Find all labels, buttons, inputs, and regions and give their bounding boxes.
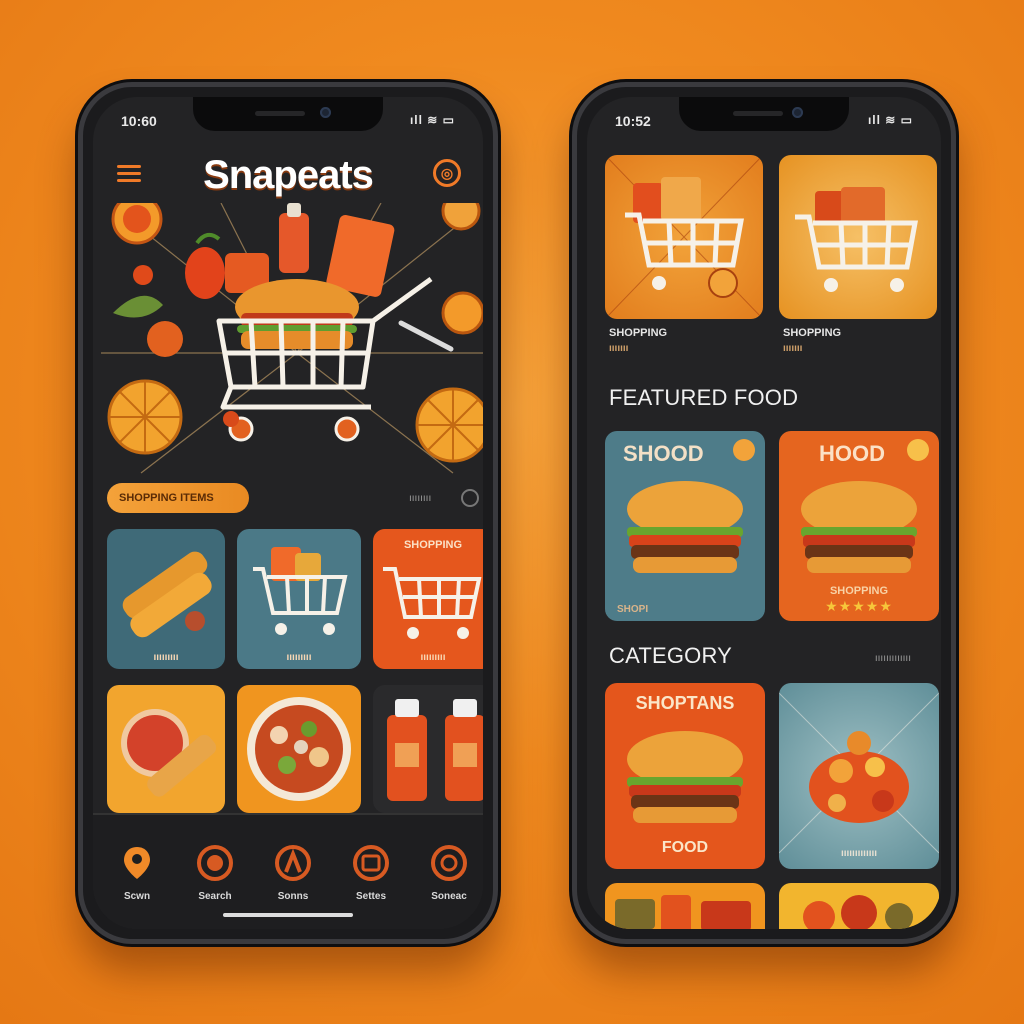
food-pile-icon	[779, 692, 939, 854]
status-time: 10:60	[121, 113, 157, 129]
status-bar: 10:60 ıll ≋ ▭	[121, 113, 455, 133]
category-card-title: SHOPTANS	[635, 693, 735, 713]
shop-card-title: SHOPPING	[783, 327, 842, 339]
favorite-icon[interactable]	[907, 439, 929, 461]
featured-card-title: HOOD	[819, 441, 885, 466]
volume-button	[78, 207, 82, 247]
cart-icon	[351, 843, 391, 883]
tab-label: Soneac	[431, 891, 467, 902]
tile-label: ııııııııı	[153, 652, 179, 663]
shop-card-subtitle: ııııııı	[783, 343, 803, 354]
food-icon	[615, 895, 751, 929]
tile-label: ııııııııı	[420, 652, 446, 663]
category-card[interactable]: SHOPTANS FOOD	[605, 683, 765, 869]
tab-bar: Scwn Search Sonns Settes Soneac	[93, 813, 483, 929]
shop-card[interactable]	[605, 155, 763, 319]
menu-icon[interactable]	[117, 165, 141, 183]
tab-cart[interactable]: Settes	[341, 843, 401, 902]
tab-label: Scwn	[123, 891, 151, 902]
status-icons: ıll ≋ ▭	[409, 113, 455, 127]
tile-grapefruit[interactable]	[107, 685, 225, 813]
category-card[interactable]	[779, 883, 939, 929]
screen-home: 10:60 ıll ≋ ▭ Snapeats ◎ SHOPPING ITEMS …	[93, 97, 483, 929]
more-icon[interactable]	[461, 489, 479, 507]
category-card[interactable]	[605, 883, 765, 929]
phone-right: 10:52 ıll ≋ ▭ SHOPPING ııııııı SHOPPING …	[572, 82, 956, 944]
tab-label: Search	[198, 891, 232, 902]
grapefruit-icon	[121, 709, 217, 797]
tab-label: Settes	[355, 891, 386, 902]
food-icon	[803, 895, 913, 929]
shop-card[interactable]	[779, 155, 937, 319]
tile-cart[interactable]: ııııııııı	[237, 529, 361, 669]
cart-icon	[253, 547, 348, 635]
status-time: 10:52	[615, 113, 651, 129]
tab-profile[interactable]: Soneac	[419, 843, 479, 902]
tile-sauces[interactable]	[373, 685, 483, 813]
screen-browse: 10:52 ıll ≋ ▭ SHOPPING ııııııı SHOPPING …	[587, 97, 941, 929]
phone-left: 10:60 ıll ≋ ▭ Snapeats ◎ SHOPPING ITEMS …	[78, 82, 498, 944]
tile-top-label: SHOPPING	[403, 539, 463, 551]
cart-icon	[605, 155, 763, 319]
promo-meta: ıııııııı	[409, 493, 432, 504]
tile-shopping[interactable]: SHOPPING ııııııııı	[373, 529, 483, 669]
tile-churros[interactable]: ııııııııı	[107, 529, 225, 669]
favorite-icon[interactable]	[733, 439, 755, 461]
category-more[interactable]: ııııııııııııı	[875, 653, 911, 664]
tab-label: Sonns	[277, 891, 309, 902]
deals-icon	[273, 843, 313, 883]
featured-card-caption: SHOPI	[617, 604, 649, 615]
category-card[interactable]: ııııııııııııı	[779, 683, 939, 869]
location-icon	[117, 843, 157, 883]
profile-icon[interactable]: ◎	[433, 159, 461, 187]
featured-card[interactable]: SHOOD SHOPI	[605, 431, 765, 621]
status-icons: ıll ≋ ▭	[867, 113, 913, 127]
sauce-bottles-icon	[387, 699, 483, 801]
category-title: CATEGORY	[609, 643, 733, 668]
promo-pill[interactable]: SHOPPING ITEMS	[107, 483, 249, 513]
category-card-caption: ııııııııııııı	[840, 848, 878, 859]
category-card-caption: FOOD	[661, 839, 709, 856]
churros-icon	[122, 551, 212, 638]
tab-home[interactable]: Scwn	[107, 843, 167, 902]
shop-card-subtitle: ııııııı	[609, 343, 629, 354]
app-title: Snapeats	[203, 153, 374, 197]
home-indicator	[223, 913, 353, 917]
tile-salad[interactable]	[237, 685, 361, 813]
rating-stars: ★★★★★	[825, 598, 893, 614]
cart-icon	[795, 187, 918, 292]
search-icon	[195, 843, 235, 883]
salad-bowl-icon	[247, 697, 351, 801]
featured-title: FEATURED FOOD	[609, 385, 799, 410]
featured-card-title: SHOOD	[623, 441, 704, 466]
tile-label: ııııııııı	[286, 652, 312, 663]
featured-card[interactable]: HOOD SHOPPING ★★★★★	[779, 431, 939, 621]
app-header: Snapeats ◎	[111, 151, 465, 201]
tab-search[interactable]: Search	[185, 843, 245, 902]
hero-illustration	[101, 203, 483, 474]
profile-icon	[429, 843, 469, 883]
featured-card-caption: SHOPPING	[829, 585, 889, 597]
status-bar: 10:52 ıll ≋ ▭	[615, 113, 913, 133]
shop-card-title: SHOPPING	[609, 327, 668, 339]
orange-slice-icon	[441, 203, 481, 231]
tab-deals[interactable]: Sonns	[263, 843, 323, 902]
